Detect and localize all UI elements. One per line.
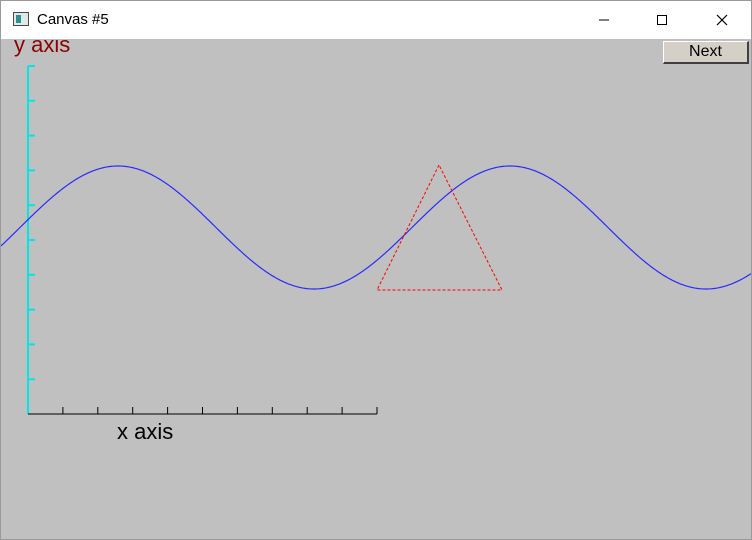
window-title: Canvas #5 — [37, 11, 109, 28]
canvas-window: Canvas #5 y axis x axis Next — [0, 0, 752, 540]
x-axis-label: x axis — [117, 419, 174, 444]
close-button[interactable] — [693, 1, 751, 39]
drawing-canvas[interactable]: y axis x axis Next — [1, 39, 751, 539]
y-axis-label: y axis — [14, 39, 71, 57]
dashed-triangle — [376, 163, 503, 291]
sine-wave — [1, 165, 751, 290]
close-icon — [716, 14, 728, 26]
title-bar[interactable]: Canvas #5 — [1, 1, 751, 39]
minimize-icon — [599, 19, 609, 21]
next-button[interactable]: Next — [663, 41, 749, 64]
maximize-icon — [657, 15, 667, 25]
y-axis-ticks — [28, 65, 35, 381]
canvas-window-icon — [13, 12, 29, 26]
maximize-button[interactable] — [633, 1, 691, 39]
minimize-button[interactable] — [575, 1, 633, 39]
plot-svg — [1, 65, 751, 415]
x-axis-ticks — [62, 407, 378, 414]
